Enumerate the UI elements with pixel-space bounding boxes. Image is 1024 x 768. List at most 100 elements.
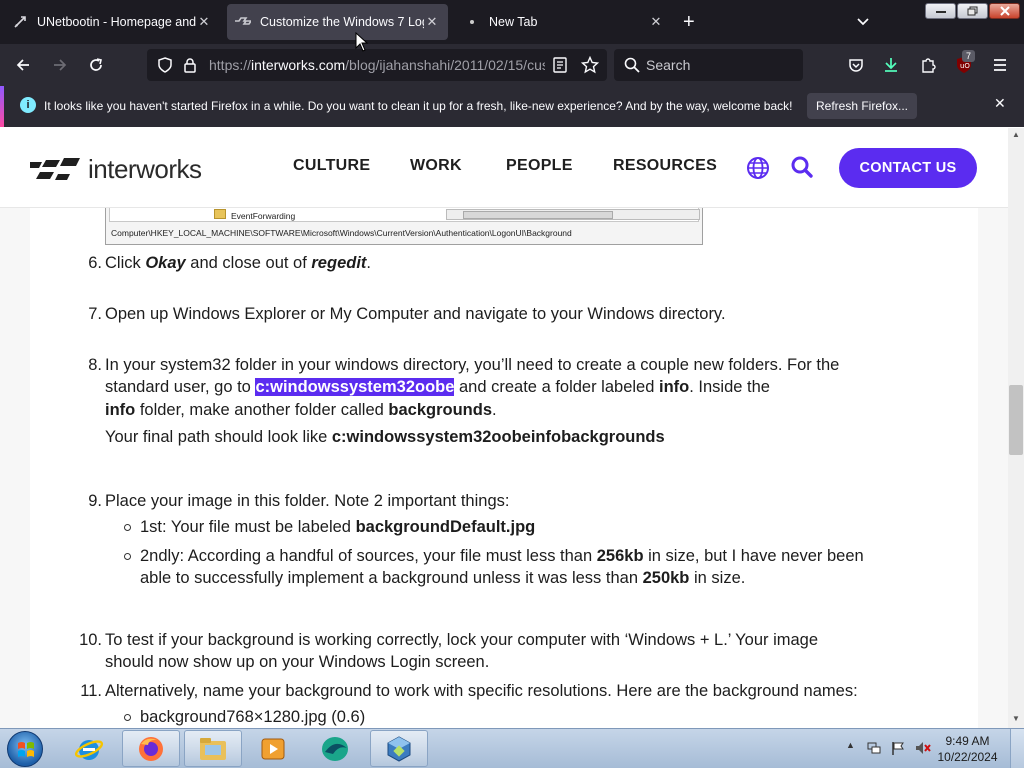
pocket-icon[interactable]: [847, 56, 865, 74]
reader-view-icon[interactable]: [553, 57, 567, 78]
nav-resources[interactable]: RESOURCES: [613, 157, 717, 175]
network-tray-icon[interactable]: [866, 740, 882, 759]
step-number: 8.: [88, 356, 102, 374]
show-hidden-icons-arrow-icon[interactable]: ▲: [846, 740, 855, 750]
clock-time: 9:49 AM: [945, 734, 990, 748]
new-tab-dot-icon: [464, 14, 480, 30]
tab-customize-logon[interactable]: Customize the Windows 7 Logon Screen ✕: [227, 4, 448, 40]
volume-muted-icon[interactable]: [914, 740, 932, 759]
hamburger-menu-icon[interactable]: [991, 56, 1009, 74]
step-8-final-path: Your final path should look like c:windo…: [105, 428, 665, 446]
search-bar[interactable]: Search: [614, 49, 803, 81]
address-bar[interactable]: https://interworks.com/blog/ijahanshahi/…: [147, 49, 607, 81]
window-restore-button[interactable]: [957, 3, 988, 19]
registry-horizontal-scrollbar: [446, 209, 700, 220]
step-9-bullet-1: 1st: Your file must be labeled backgroun…: [140, 518, 536, 536]
media-player-icon[interactable]: [244, 730, 302, 767]
search-placeholder: Search: [646, 57, 691, 73]
show-desktop-button[interactable]: [1010, 729, 1024, 768]
tracking-protection-shield-icon[interactable]: [157, 57, 173, 78]
svg-text:uO: uO: [960, 62, 970, 70]
notification-text: It looks like you haven't started Firefo…: [44, 99, 793, 113]
logo-text: interworks: [88, 154, 202, 184]
reload-icon[interactable]: [87, 56, 105, 74]
forward-arrow-icon[interactable]: [51, 56, 69, 74]
downloads-arrow-icon[interactable]: [882, 56, 900, 74]
info-icon: i: [20, 97, 36, 113]
nav-culture[interactable]: CULTURE: [293, 157, 370, 175]
folder-icon: [214, 209, 226, 219]
notification-close-icon[interactable]: ✕: [994, 95, 1006, 112]
refresh-firefox-button[interactable]: Refresh Firefox...: [807, 93, 917, 119]
step-10-line-2: should now show up on your Windows Login…: [105, 653, 490, 671]
back-arrow-icon[interactable]: [14, 56, 32, 74]
tab-close-icon[interactable]: ✕: [196, 14, 212, 30]
scroll-down-arrow-icon[interactable]: ▼: [1012, 714, 1020, 723]
tab-title: New Tab: [489, 15, 538, 29]
step-8-line-2: standard user, go to c:windowssystem32oo…: [105, 378, 770, 396]
file-explorer-icon[interactable]: [184, 730, 242, 767]
tab-unetbootin[interactable]: UNetbootin - Homepage and Downloads ✕: [4, 4, 220, 40]
nav-work[interactable]: WORK: [410, 157, 462, 175]
registry-editor-screenshot: EventForwarding Computer\HKEY_LOCAL_MACH…: [105, 208, 703, 245]
windows-taskbar: ▲ 9:49 AM 10/22/2024: [0, 728, 1024, 768]
unetbootin-app-icon[interactable]: [306, 730, 364, 767]
step-9-bullet-2-line-1: 2ndly: According a handful of sources, y…: [140, 547, 864, 565]
extensions-puzzle-icon[interactable]: [919, 56, 937, 74]
bullet-icon: [124, 714, 131, 721]
step-8-line-1: In your system32 folder in your windows …: [105, 356, 840, 374]
tab-close-icon[interactable]: ✕: [648, 14, 664, 30]
step-number: 6.: [88, 254, 102, 272]
step-number: 7.: [88, 305, 102, 323]
globe-language-icon[interactable]: [746, 156, 770, 185]
firefox-taskbar-icon[interactable]: [122, 730, 180, 767]
interworks-logo-icon: [30, 157, 80, 180]
tab-strip: UNetbootin - Homepage and Downloads ✕ Cu…: [0, 0, 1024, 44]
navigation-toolbar: https://interworks.com/blog/ijahanshahi/…: [0, 44, 1024, 86]
registry-path: Computer\HKEY_LOCAL_MACHINE\SOFTWARE\Mic…: [111, 228, 572, 238]
mouse-cursor-icon: [355, 32, 369, 52]
contact-us-button[interactable]: CONTACT US: [839, 148, 977, 188]
step-8-line-3: info folder, make another folder called …: [105, 401, 497, 419]
extension-badge-count: 7: [962, 50, 975, 62]
action-center-flag-icon[interactable]: [890, 740, 906, 759]
registry-folder-name: EventForwarding: [231, 211, 296, 221]
step-6-text: Click Okay and close out of regedit.: [105, 254, 371, 272]
scrollbar-thumb[interactable]: [1009, 385, 1023, 455]
new-tab-plus-icon[interactable]: +: [683, 12, 695, 32]
scroll-up-arrow-icon[interactable]: ▲: [1012, 130, 1020, 139]
step-11-bullet-1: background768×1280.jpg (0.6): [140, 708, 366, 726]
search-icon: [624, 57, 640, 78]
site-header: interworks CULTURE WORK PEOPLE RESOURCES…: [0, 128, 1008, 208]
tab-close-icon[interactable]: ✕: [424, 14, 440, 30]
tab-title: UNetbootin - Homepage and Downloads: [37, 15, 196, 29]
article-body: EventForwarding Computer\HKEY_LOCAL_MACH…: [30, 208, 978, 728]
url-text[interactable]: https://interworks.com/blog/ijahanshahi/…: [209, 57, 545, 73]
lock-icon[interactable]: [183, 57, 197, 78]
page-vertical-scrollbar[interactable]: ▲ ▼: [1008, 128, 1024, 728]
list-all-tabs-chevron-icon[interactable]: [856, 14, 870, 32]
step-9-bullet-2-line-2: able to successfully implement a backgro…: [140, 569, 746, 587]
window-minimize-button[interactable]: [925, 3, 956, 19]
step-number: 10.: [79, 631, 102, 649]
step-10-line-1: To test if your background is working co…: [105, 631, 819, 649]
system-clock[interactable]: 9:49 AM 10/22/2024: [935, 733, 1000, 765]
unetbootin-favicon-icon: [12, 14, 28, 30]
tab-title: Customize the Windows 7 Logon Screen: [260, 15, 424, 29]
tab-new-tab[interactable]: New Tab ✕: [456, 4, 672, 40]
clock-date: 10/22/2024: [937, 750, 998, 764]
window-close-button[interactable]: [989, 3, 1020, 19]
registry-tree-pane: EventForwarding: [109, 208, 700, 222]
highlighted-path: c:windowssystem32oobe: [255, 378, 455, 396]
step-11-text: Alternatively, name your background to w…: [105, 682, 858, 700]
step-number: 9.: [88, 492, 102, 510]
bookmark-star-icon[interactable]: [580, 55, 600, 79]
site-search-icon[interactable]: [790, 155, 814, 184]
nav-people[interactable]: PEOPLE: [506, 157, 573, 175]
interworks-logo[interactable]: interworks: [30, 154, 202, 185]
internet-explorer-icon[interactable]: [60, 730, 118, 767]
virtualbox-icon[interactable]: [370, 730, 428, 767]
start-button-windows-icon[interactable]: [7, 731, 43, 767]
interworks-favicon-icon: [235, 14, 251, 30]
bullet-icon: [124, 553, 131, 560]
